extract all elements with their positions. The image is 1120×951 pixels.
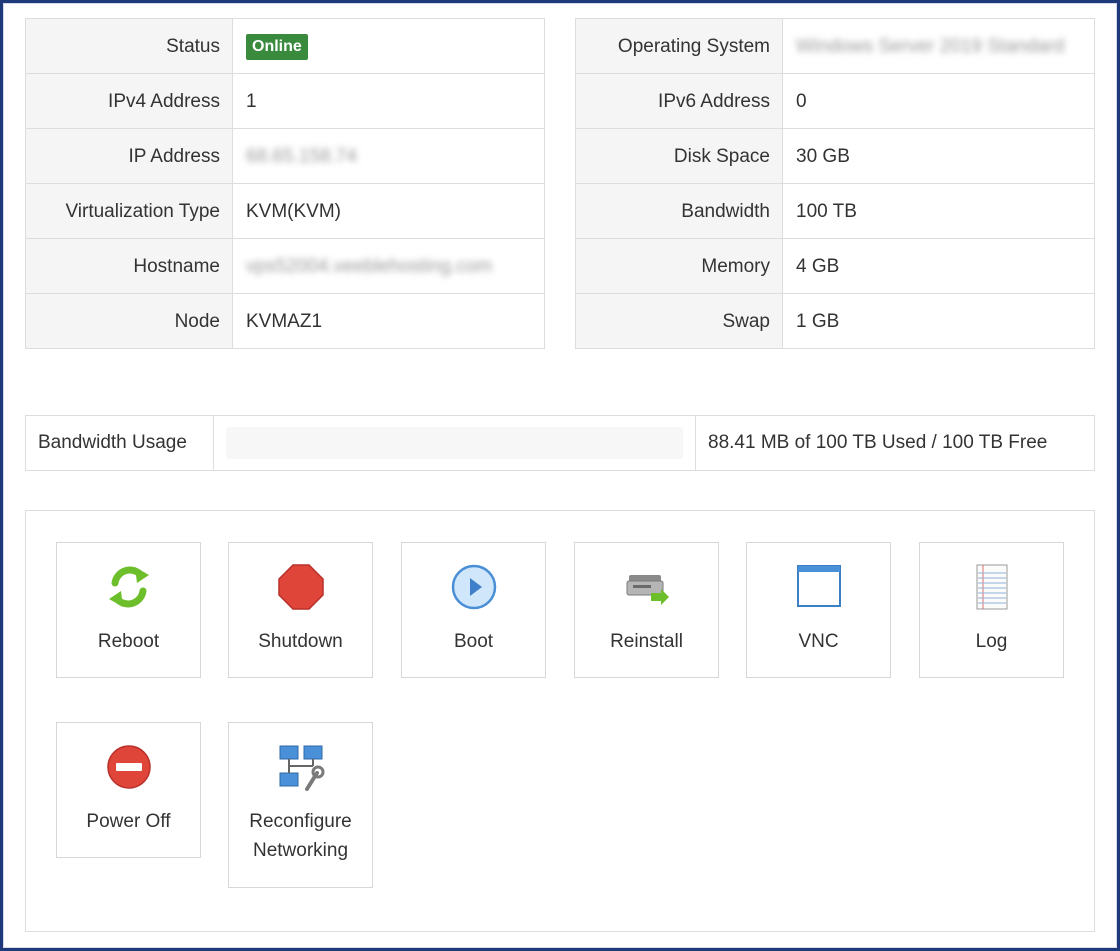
boot-button[interactable]: Boot: [401, 542, 546, 678]
memory-value: 4 GB: [782, 238, 1095, 294]
ipv6-address-label: IPv6 Address: [575, 73, 783, 129]
bandwidth-usage-bar-cell: [214, 416, 696, 470]
reconfigure-networking-button[interactable]: Reconfigure Networking: [228, 722, 373, 888]
row-ipv6-address: IPv6 Address 0: [575, 73, 1095, 129]
shutdown-icon: [277, 564, 324, 610]
power-off-icon: [106, 745, 151, 789]
operating-system-value-cell: Windows Server 2019 Standard: [782, 18, 1095, 74]
bandwidth-label: Bandwidth: [575, 183, 783, 239]
reconfigure-networking-label: Reconfigure Networking: [249, 811, 352, 861]
row-operating-system: Operating System Windows Server 2019 Sta…: [575, 18, 1095, 74]
shutdown-button[interactable]: Shutdown: [228, 542, 373, 678]
boot-label: Boot: [453, 631, 494, 652]
swap-value: 1 GB: [782, 293, 1095, 349]
row-ipv4-address: IPv4 Address 1: [25, 73, 545, 129]
server-info-table-right: Operating System Windows Server 2019 Sta…: [575, 18, 1095, 349]
power-off-label: Power Off: [86, 811, 171, 832]
server-actions-panel: Reboot Shutdown Boot Reinstall VNC Log P…: [25, 510, 1095, 932]
ip-address-label: IP Address: [25, 128, 233, 184]
ip-address-value: 68.65.158.74: [246, 146, 357, 167]
boot-icon: [451, 564, 496, 610]
vnc-button[interactable]: VNC: [746, 542, 891, 678]
memory-label: Memory: [575, 238, 783, 294]
vnc-icon: [796, 565, 841, 607]
network-icon: [279, 745, 324, 791]
node-label: Node: [25, 293, 233, 349]
server-info-table-left: Status Online IPv4 Address 1 IP Address …: [25, 18, 545, 349]
ipv4-address-value: 1: [232, 73, 545, 129]
reboot-button[interactable]: Reboot: [56, 542, 201, 678]
row-status: Status Online: [25, 18, 545, 74]
ip-address-value-cell: 68.65.158.74: [232, 128, 545, 184]
node-value: KVMAZ1: [232, 293, 545, 349]
reboot-label: Reboot: [97, 631, 160, 652]
row-node: Node KVMAZ1: [25, 293, 545, 349]
shutdown-label: Shutdown: [258, 631, 343, 652]
status-badge: Online: [246, 33, 308, 60]
power-off-button[interactable]: Power Off: [56, 722, 201, 858]
disk-space-value: 30 GB: [782, 128, 1095, 184]
operating-system-label: Operating System: [575, 18, 783, 74]
row-bandwidth: Bandwidth 100 TB: [575, 183, 1095, 239]
ipv4-address-label: IPv4 Address: [25, 73, 233, 129]
vnc-label: VNC: [798, 631, 839, 652]
swap-label: Swap: [575, 293, 783, 349]
log-button[interactable]: Log: [919, 542, 1064, 678]
row-hostname: Hostname vps52004.veeblehosting.com: [25, 238, 545, 294]
hostname-value-cell: vps52004.veeblehosting.com: [232, 238, 545, 294]
hostname-value: vps52004.veeblehosting.com: [246, 256, 493, 277]
virtualization-type-value: KVM(KVM): [232, 183, 545, 239]
bandwidth-value: 100 TB: [782, 183, 1095, 239]
bandwidth-usage-progress-bar: [226, 427, 683, 459]
status-value-cell: Online: [232, 18, 545, 74]
hostname-label: Hostname: [25, 238, 233, 294]
operating-system-value: Windows Server 2019 Standard: [796, 36, 1065, 57]
row-swap: Swap 1 GB: [575, 293, 1095, 349]
status-label: Status: [25, 18, 233, 74]
row-disk-space: Disk Space 30 GB: [575, 128, 1095, 184]
log-label: Log: [975, 631, 1008, 652]
reboot-icon: [108, 566, 149, 608]
ipv6-address-value: 0: [782, 73, 1095, 129]
reinstall-icon: [626, 575, 669, 605]
row-virtualization-type: Virtualization Type KVM(KVM): [25, 183, 545, 239]
bandwidth-usage-text: 88.41 MB of 100 TB Used / 100 TB Free: [708, 432, 1048, 453]
row-memory: Memory 4 GB: [575, 238, 1095, 294]
log-icon: [976, 564, 1007, 610]
disk-space-label: Disk Space: [575, 128, 783, 184]
bandwidth-usage-panel: Bandwidth Usage 88.41 MB of 100 TB Used …: [25, 415, 1095, 471]
bandwidth-usage-label: Bandwidth Usage: [26, 416, 214, 470]
reinstall-button[interactable]: Reinstall: [574, 542, 719, 678]
reinstall-label: Reinstall: [610, 631, 683, 652]
row-ip-address: IP Address 68.65.158.74: [25, 128, 545, 184]
virtualization-type-label: Virtualization Type: [25, 183, 233, 239]
